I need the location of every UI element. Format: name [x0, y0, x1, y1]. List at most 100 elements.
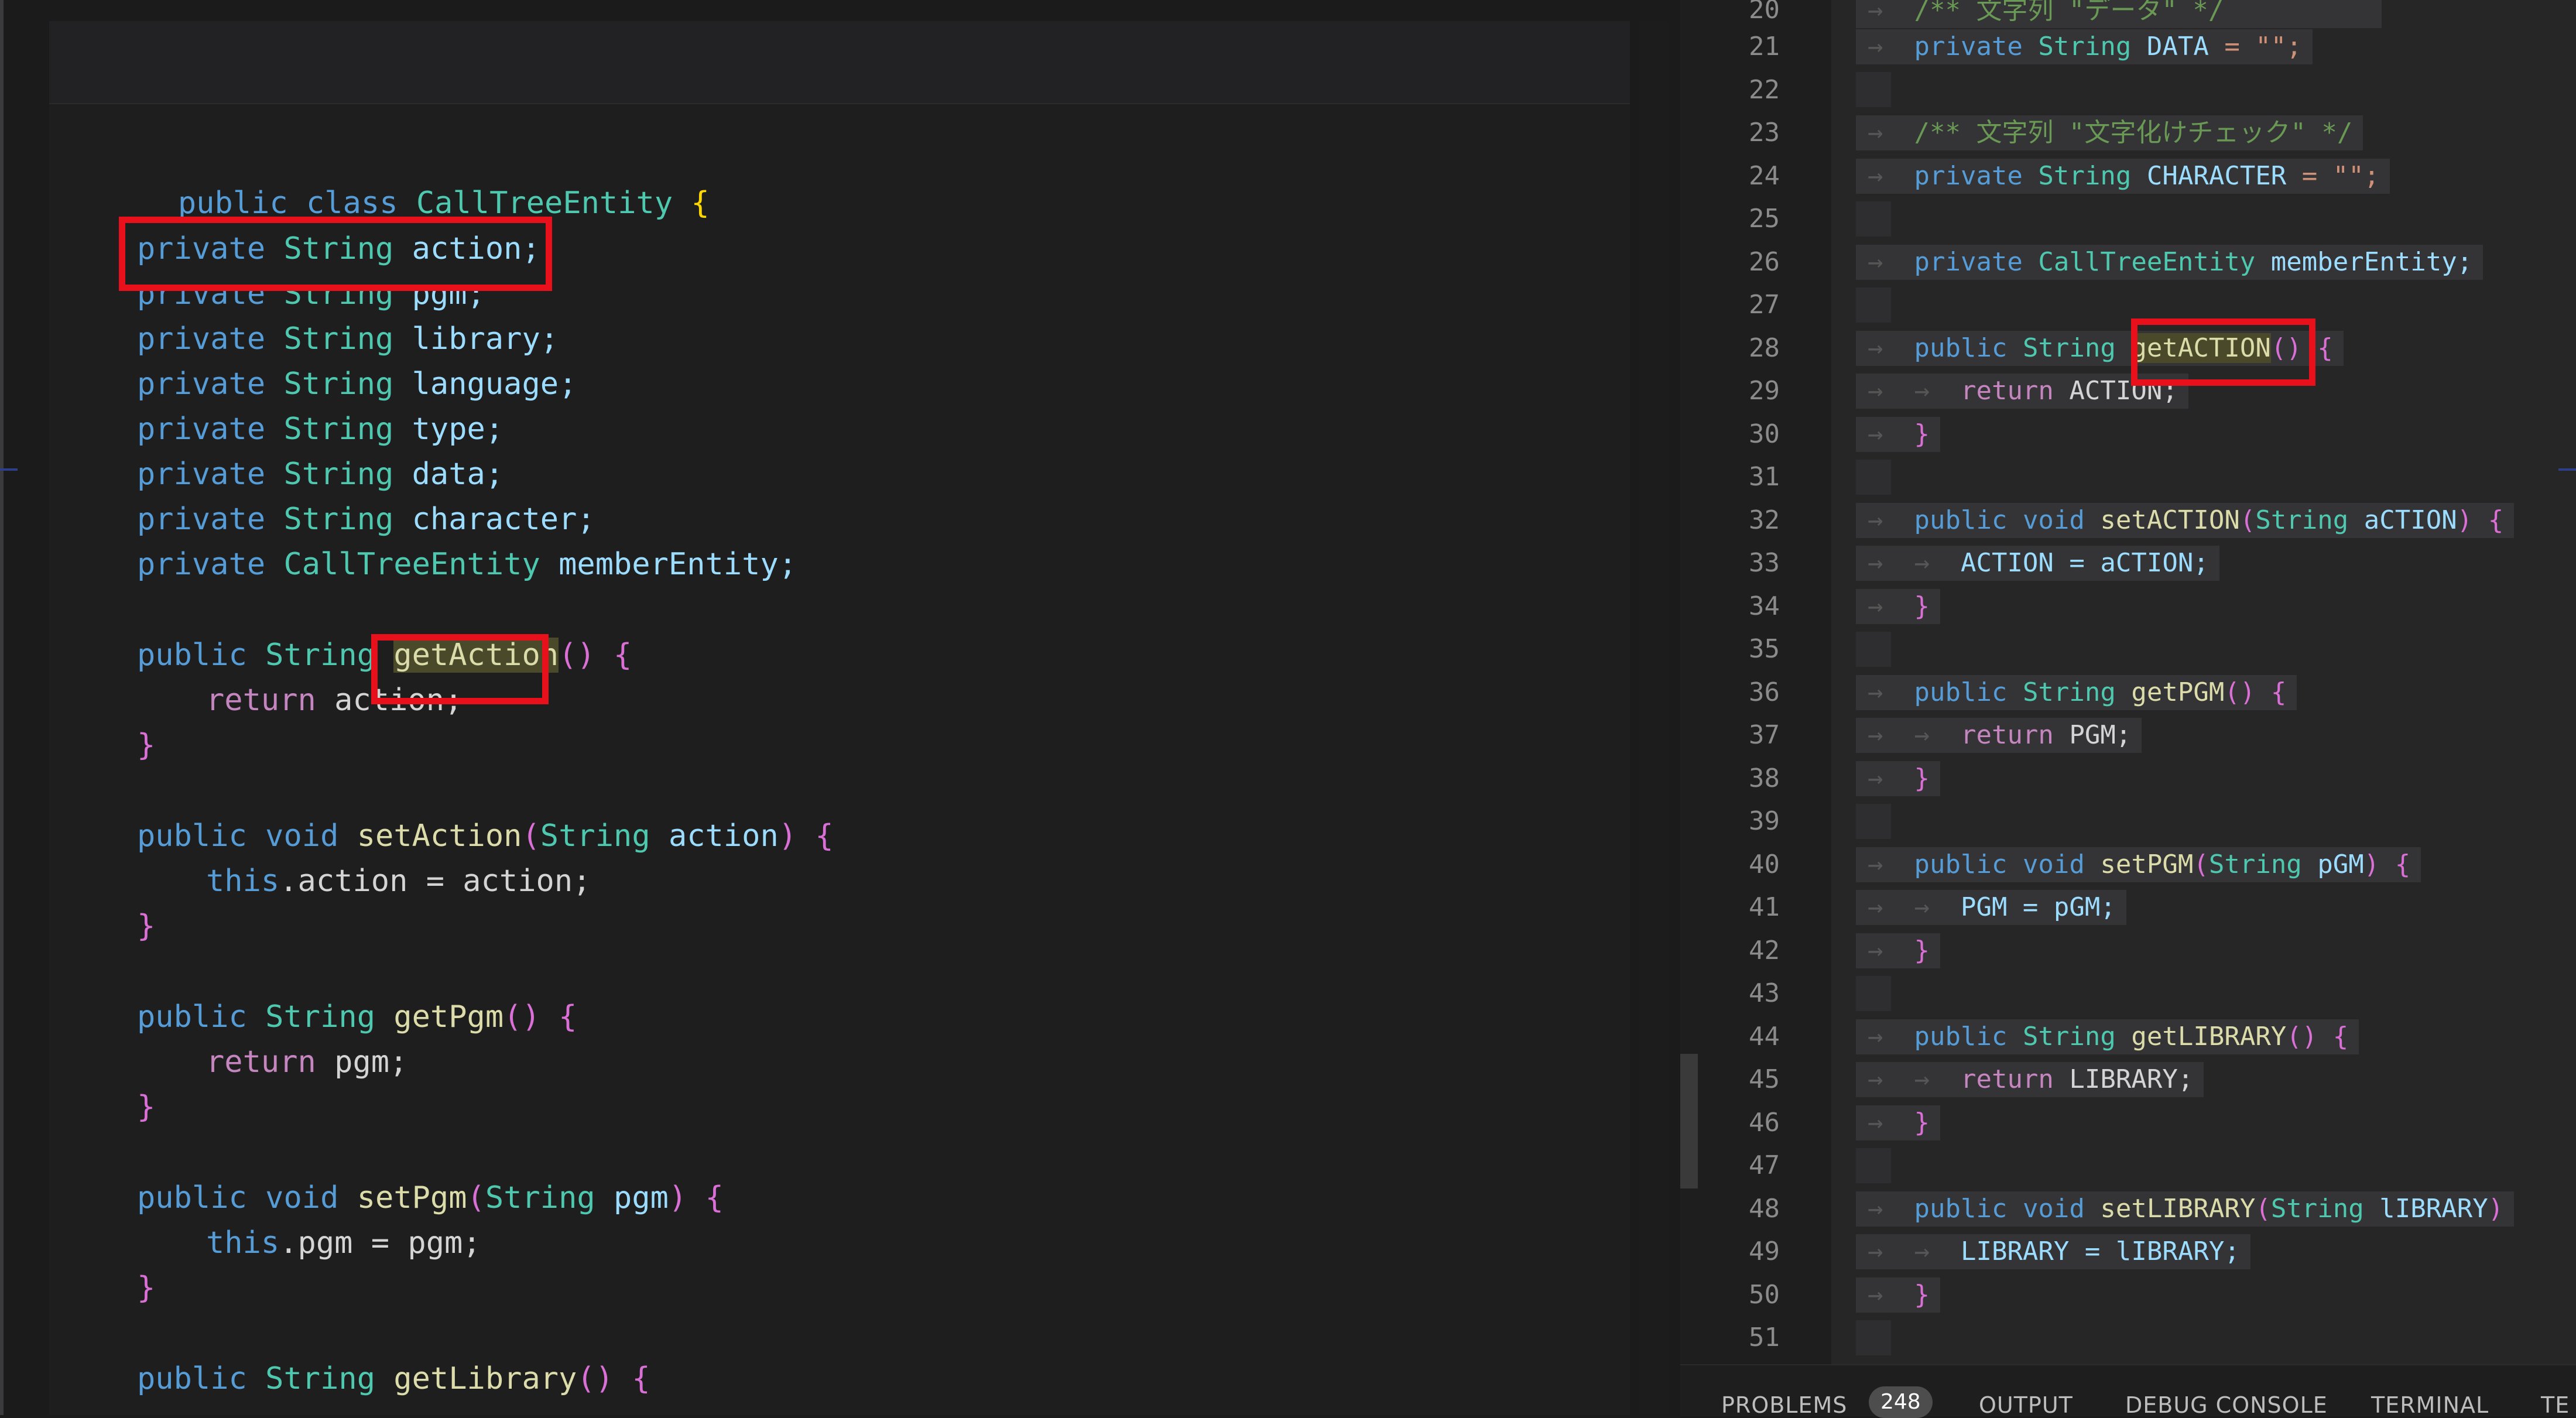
left-divider-mark: [0, 468, 18, 471]
code-line-class-decl[interactable]: public class CallTreeEntity {: [68, 136, 710, 221]
tab-marker: →: [1914, 1237, 1930, 1266]
type-string: String: [2022, 677, 2116, 707]
param-type: String: [2255, 505, 2349, 535]
kw-private: private: [137, 321, 266, 357]
tab-debug-console[interactable]: DEBUG CONSOLE: [2125, 1392, 2328, 1418]
line-number: 29: [1749, 376, 1780, 406]
tab-problems[interactable]: PROBLEMS: [1721, 1392, 1847, 1418]
code-line-field-member[interactable]: private CallTreeEntity memberEntity;: [68, 542, 797, 587]
tab-output[interactable]: OUTPUT: [1979, 1392, 2073, 1418]
code-line-34[interactable]: → }: [1856, 589, 1940, 624]
code-line-23[interactable]: → /** 文字列 "文字化けチェック" */: [1856, 115, 2363, 150]
code-line-50[interactable]: → }: [1856, 1277, 1940, 1313]
kw-public: public: [1914, 1022, 2008, 1051]
type-string: String: [283, 457, 394, 492]
code-line-21[interactable]: → private String DATA = "";: [1856, 29, 2313, 64]
code-line-40[interactable]: → public void setPGM(String pGM) {: [1856, 847, 2421, 882]
field-name: language;: [412, 367, 577, 402]
tab-marker: →: [1868, 1194, 1883, 1224]
left-scrollbar[interactable]: [1639, 21, 1669, 1415]
code-line-45[interactable]: → → return LIBRARY;: [1856, 1062, 2204, 1097]
open-brace: {: [2317, 333, 2333, 363]
code-line-26[interactable]: → private CallTreeEntity memberEntity;: [1856, 245, 2483, 280]
code-line-42[interactable]: → }: [1856, 933, 1940, 968]
code-line-field-data[interactable]: private String data;: [68, 452, 503, 497]
line-number: 23: [1749, 118, 1780, 148]
tab-terminal[interactable]: TERMINAL: [2371, 1392, 2489, 1418]
tab-marker: →: [1868, 677, 1883, 707]
type-string: String: [265, 638, 375, 673]
code-line-30[interactable]: → }: [1856, 417, 1940, 452]
line-number: 40: [1749, 850, 1780, 879]
tab-marker: →: [1914, 892, 1930, 922]
kw-private: private: [137, 502, 266, 537]
kw-public: public: [1914, 505, 2008, 535]
param-type: String: [540, 818, 650, 854]
blank-line-35: [1856, 632, 1891, 667]
code-line-field-character[interactable]: private String character;: [68, 497, 595, 542]
param-name: action: [668, 818, 779, 854]
code-line-setaction[interactable]: public void setAction(String action) {: [68, 814, 834, 859]
code-line-close[interactable]: }: [68, 1085, 155, 1130]
close-brace: }: [137, 1090, 156, 1125]
code-line-37[interactable]: → → return PGM;: [1856, 718, 2142, 753]
code-line-setpgm[interactable]: public void setPgm(String pgm) {: [68, 1176, 724, 1221]
code-line-return-pgm[interactable]: return pgm;: [68, 1040, 407, 1085]
code-line-getpgm[interactable]: public String getPgm() {: [68, 995, 577, 1040]
code-line-close[interactable]: }: [68, 1266, 155, 1311]
code-line-48[interactable]: → public void setLIBRARY(String lIBRARY): [1856, 1191, 2515, 1227]
param-name: aCTION: [2363, 505, 2457, 535]
code-line-24[interactable]: → private String CHARACTER = "";: [1856, 159, 2390, 194]
code-line-41[interactable]: → → PGM = pGM;: [1856, 890, 2126, 925]
tab-marker: →: [1868, 419, 1883, 449]
open-paren: (: [2255, 1194, 2271, 1224]
code-line-38[interactable]: → }: [1856, 761, 1940, 796]
blank-line-43: [1856, 976, 1891, 1011]
code-line-assign-pgm[interactable]: this.pgm = pgm;: [68, 1221, 481, 1266]
tab-marker: →: [1868, 936, 1883, 965]
method-name: setLIBRARY: [2100, 1194, 2256, 1224]
tab-marker: →: [1868, 333, 1883, 363]
code-line-46[interactable]: → }: [1856, 1105, 1940, 1140]
code-line-field-type[interactable]: private String type;: [68, 407, 503, 452]
tab-marker: →: [1914, 1064, 1930, 1094]
code-line-36[interactable]: → public String getPGM() {: [1856, 675, 2297, 710]
blank-line-51: [1856, 1320, 1891, 1355]
line-number: 49: [1749, 1237, 1780, 1266]
code-line-close[interactable]: }: [68, 904, 155, 949]
tab-marker: →: [1868, 591, 1883, 621]
open-brace: {: [691, 186, 710, 221]
code-line-field-language[interactable]: private String language;: [68, 362, 577, 407]
line-number: 24: [1749, 161, 1780, 191]
code-line-32[interactable]: → public void setACTION(String aCTION) {: [1856, 503, 2515, 538]
line-number: 48: [1749, 1194, 1780, 1224]
kw-this: this: [206, 1225, 280, 1261]
left-editor-header: [49, 21, 1630, 104]
kw-public: public: [137, 1180, 247, 1215]
tab-marker: →: [1868, 118, 1883, 148]
code-line-close[interactable]: }: [68, 723, 155, 768]
left-edge: [0, 0, 4, 1415]
code-line-20[interactable]: → /** 文字列 "データ" */: [1856, 0, 2382, 28]
line-number: 31: [1749, 462, 1780, 492]
problems-count-badge: 248: [1869, 1386, 1933, 1418]
code-line-49[interactable]: → → LIBRARY = lIBRARY;: [1856, 1234, 2250, 1269]
line-number: 30: [1749, 419, 1780, 449]
method-name: getLibrary: [393, 1361, 577, 1396]
blank-line-25: [1856, 201, 1891, 237]
code-line-getlibrary[interactable]: public String getLibrary() {: [68, 1357, 650, 1402]
code-line-44[interactable]: → public String getLIBRARY() {: [1856, 1019, 2359, 1054]
blank-line-27: [1856, 287, 1891, 323]
return-value: PGM;: [2069, 720, 2132, 750]
line-number: 38: [1749, 763, 1780, 793]
param-type: String: [2270, 1194, 2364, 1224]
code-line-field-library[interactable]: private String library;: [68, 317, 559, 362]
tab-te[interactable]: TE: [2541, 1392, 2570, 1418]
close-paren: ): [2488, 1194, 2504, 1224]
code-line-assign-action[interactable]: this.action = action;: [68, 859, 591, 904]
line-number: 43: [1749, 978, 1780, 1008]
code-line-33[interactable]: → → ACTION = aCTION;: [1856, 546, 2219, 581]
line-number: 51: [1749, 1323, 1780, 1352]
tab-marker: →: [1868, 505, 1883, 535]
blank-line-39: [1856, 804, 1891, 839]
